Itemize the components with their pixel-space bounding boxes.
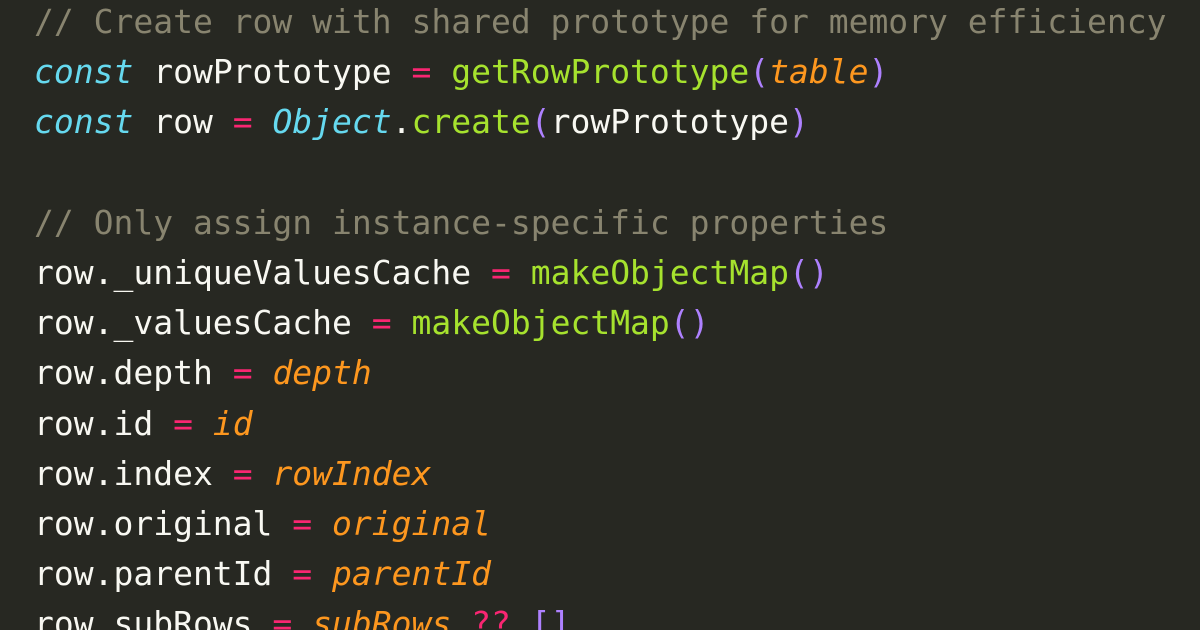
code-token-function: getRowPrototype (451, 52, 750, 92)
code-token-operator: = (232, 453, 253, 493)
code-token-keyword: const (34, 102, 134, 142)
code-token-keyword: const (34, 52, 134, 92)
code-token-operator: = (292, 504, 313, 543)
code-line: row._uniqueValuesCache = makeObjectMap() (34, 248, 829, 298)
code-token-plain: row._uniqueValuesCache (34, 253, 491, 292)
code-line: // Create row with shared prototype for … (34, 0, 1166, 47)
code-line: const row = Object.create(rowPrototype) (34, 97, 809, 147)
code-token-plain: rowPrototype (133, 52, 412, 92)
code-line: row.index = rowIndex (34, 449, 431, 499)
code-token-param: depth (272, 353, 372, 393)
code-token-param: original (332, 504, 491, 543)
code-token-plain: row.parentId (34, 554, 293, 594)
code-token-function: makeObjectMap (411, 303, 670, 343)
code-line: row.subRows = subRows ?? [] (34, 599, 571, 630)
code-token-paren: () (789, 253, 829, 292)
code-token-builtin: Object (272, 102, 392, 142)
code-line: row.depth = depth (34, 348, 372, 398)
code-token-function: create (411, 102, 531, 142)
code-token-punct: . (391, 102, 412, 142)
code-token-operator: = (232, 353, 253, 393)
code-token-param: rowIndex (272, 453, 432, 493)
code-token-comment: // Only assign instance-specific propert… (34, 202, 889, 242)
code-token-plain: row.depth (34, 353, 233, 393)
code-token-operator: = (490, 253, 511, 292)
code-line: row.original = original (34, 499, 491, 549)
code-line: // Only assign instance-specific propert… (34, 198, 888, 248)
code-token-operator: = (411, 52, 432, 92)
code-token-operator: = (232, 102, 253, 142)
code-token-operator: ?? (471, 604, 511, 630)
code-token-comment: // Create row with shared prototype for … (34, 2, 1167, 41)
code-editor: // Create row with shared prototype for … (0, 0, 1200, 630)
code-token-operator: = (371, 303, 392, 343)
code-line: const rowPrototype = getRowPrototype(tab… (34, 47, 888, 97)
code-token-paren: ) (868, 52, 889, 92)
code-token-plain: rowPrototype (550, 102, 790, 142)
code-token-plain: row.original (34, 504, 293, 543)
code-token-param: table (769, 52, 869, 92)
code-token-plain: row.id (34, 403, 174, 443)
code-token-param: id (212, 403, 253, 443)
code-token-paren: ( (530, 102, 551, 142)
code-token-plain: row (133, 102, 233, 142)
code-token-operator: = (173, 403, 193, 443)
code-token-operator: = (292, 554, 313, 594)
code-token-param: parentId (332, 554, 491, 594)
code-token-plain: row.subRows (34, 604, 273, 630)
code-token-param: subRows (312, 604, 452, 630)
code-token-paren: ) (789, 102, 809, 142)
code-token-function: makeObjectMap (530, 253, 789, 292)
code-token-plain: row.index (34, 453, 233, 493)
code-token-plain: row._valuesCache (34, 303, 372, 343)
code-token-paren: () (669, 303, 710, 343)
code-token-operator: = (272, 604, 293, 630)
code-token-paren: ( (749, 52, 770, 92)
code-line: row.parentId = parentId (34, 549, 491, 599)
code-line: row._valuesCache = makeObjectMap() (34, 298, 710, 348)
code-token-paren: [] (530, 604, 571, 630)
code-line: row.id = id (34, 399, 253, 449)
